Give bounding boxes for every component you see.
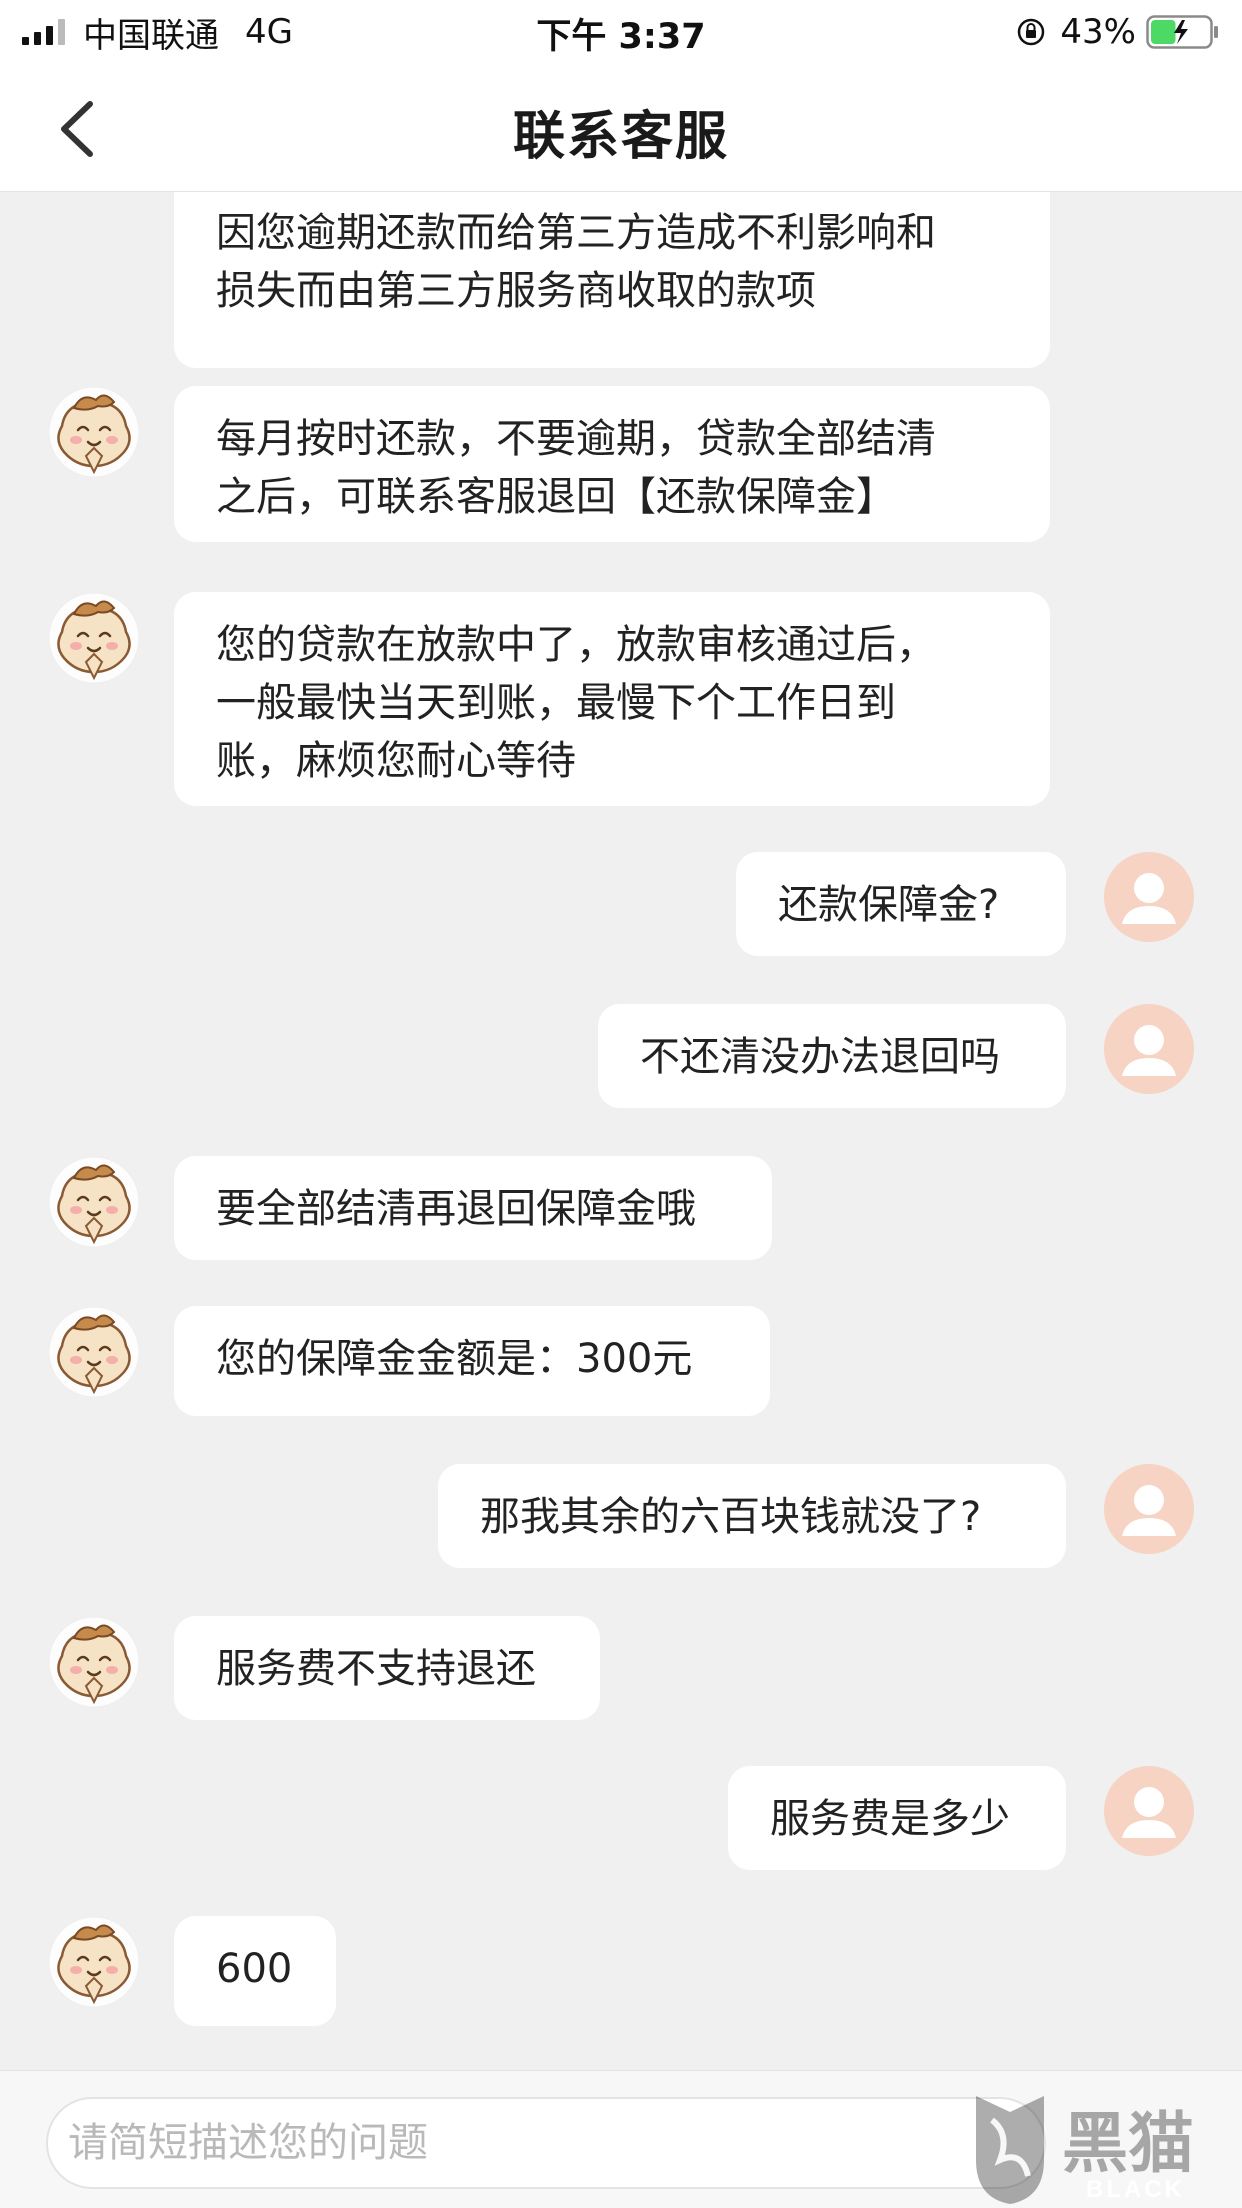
message-row-user: 还款保障金?	[0, 852, 1242, 956]
message-bubble[interactable]: 服务费是多少	[728, 1766, 1066, 1870]
nav-bar: 联系客服	[0, 64, 1242, 192]
message-bubble[interactable]: 要全部结清再退回保障金哦	[174, 1156, 772, 1260]
message-row-user: 那我其余的六百块钱就没了?	[0, 1464, 1242, 1568]
message-bubble[interactable]: 您的贷款在放款中了，放款审核通过后， 一般最快当天到账，最慢下个工作日到 账，麻…	[174, 592, 1050, 806]
message-row-user: 不还清没办法退回吗	[0, 1004, 1242, 1108]
chat-area[interactable]: 因您逾期还款而给第三方造成不利影响和 损失而由第三方服务商收取的款项 每月按时还…	[0, 192, 1242, 2070]
rotation-lock-icon	[1018, 18, 1045, 46]
agent-avatar-icon[interactable]	[48, 386, 140, 478]
status-bar: 中国联通 4G 下午 3:37 43%	[0, 0, 1242, 64]
user-avatar-icon[interactable]	[1104, 1766, 1194, 1856]
battery-percent: 43%	[1060, 12, 1136, 52]
message-bubble[interactable]: 因您逾期还款而给第三方造成不利影响和 损失而由第三方服务商收取的款项	[174, 192, 1050, 368]
user-avatar-icon[interactable]	[1104, 1004, 1194, 1094]
watermark-brand-text: BLACK CAT	[1086, 2176, 1185, 2208]
message-bubble[interactable]: 每月按时还款，不要逾期，贷款全部结清 之后，可联系客服退回【还款保障金】	[174, 386, 1050, 542]
message-bubble[interactable]: 600	[174, 1916, 336, 2026]
message-row-user: 服务费是多少	[0, 1766, 1242, 1870]
message-row-agent: 因您逾期还款而给第三方造成不利影响和 损失而由第三方服务商收取的款项	[0, 192, 1242, 382]
message-bubble[interactable]: 您的保障金金额是：300元	[174, 1306, 770, 1416]
agent-avatar-icon[interactable]	[48, 592, 140, 684]
agent-avatar-icon[interactable]	[48, 1156, 140, 1248]
message-row-agent: 您的保障金金额是：300元	[0, 1306, 1242, 1416]
agent-avatar-icon[interactable]	[48, 1916, 140, 2008]
battery-icon	[1146, 15, 1218, 49]
page-title: 联系客服	[512, 107, 729, 167]
message-bubble[interactable]: 那我其余的六百块钱就没了?	[438, 1464, 1066, 1568]
message-row-agent: 服务费不支持退还	[0, 1616, 1242, 1720]
svg-text:黑猫: 黑猫	[1062, 2105, 1194, 2182]
message-bubble[interactable]: 还款保障金?	[736, 852, 1066, 956]
user-avatar-icon[interactable]	[1104, 852, 1194, 942]
message-bubble[interactable]: 服务费不支持退还	[174, 1616, 600, 1720]
agent-avatar-icon[interactable]	[48, 1306, 140, 1398]
message-row-agent: 要全部结清再退回保障金哦	[0, 1156, 1242, 1260]
message-row-agent: 您的贷款在放款中了，放款审核通过后， 一般最快当天到账，最慢下个工作日到 账，麻…	[0, 592, 1242, 806]
agent-avatar-icon[interactable]	[48, 1616, 140, 1708]
status-right: 43%	[1016, 10, 1220, 54]
message-row-agent: 每月按时还款，不要逾期，贷款全部结清 之后，可联系客服退回【还款保障金】	[0, 386, 1242, 546]
battery-fill	[1151, 20, 1176, 44]
message-row-agent: 600	[0, 1916, 1242, 2028]
message-input[interactable]	[46, 2097, 1046, 2189]
user-avatar-icon[interactable]	[1104, 1464, 1194, 1554]
message-bubble[interactable]: 不还清没办法退回吗	[598, 1004, 1066, 1108]
